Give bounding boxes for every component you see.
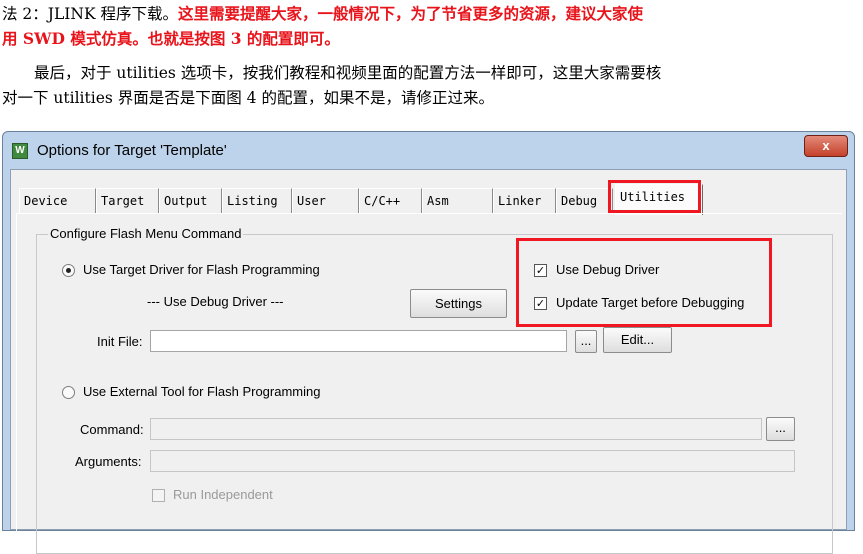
use-external-tool-radio[interactable] bbox=[62, 386, 75, 399]
close-button[interactable]: x bbox=[804, 135, 848, 157]
command-label: Command: bbox=[80, 422, 144, 437]
tab-c-cpp[interactable]: C/C++ bbox=[359, 188, 422, 214]
flash-driver-display[interactable]: --- Use Debug Driver --- bbox=[147, 294, 284, 309]
settings-button[interactable]: Settings bbox=[410, 289, 507, 318]
dialog-client-area: Device Target Output Listing User C/C++ … bbox=[10, 169, 847, 554]
tab-asm[interactable]: Asm bbox=[422, 188, 493, 214]
doc-line-2-emphasis: 用 SWD 模式仿真。也就是按图 3 的配置即可。 bbox=[2, 29, 340, 48]
run-independent-label: Run Independent bbox=[173, 487, 273, 502]
init-file-browse-button[interactable]: ... bbox=[575, 330, 597, 353]
utilities-tab-highlight bbox=[608, 180, 701, 213]
init-file-input[interactable] bbox=[150, 330, 567, 352]
tab-debug[interactable]: Debug bbox=[556, 188, 613, 214]
edit-button[interactable]: Edit... bbox=[603, 327, 672, 353]
use-target-driver-label: Use Target Driver for Flash Programming bbox=[83, 262, 320, 277]
use-target-driver-radio[interactable] bbox=[62, 264, 75, 277]
doc-line-1: 法 2：JLINK 程序下载。这里需要提醒大家，一般情况下，为了节省更多的资源，… bbox=[2, 4, 643, 24]
doc-line-1-prefix: 法 2：JLINK 程序下载。 bbox=[2, 5, 178, 23]
init-file-label: Init File: bbox=[97, 334, 143, 349]
command-input[interactable] bbox=[150, 418, 762, 440]
arguments-label: Arguments: bbox=[75, 454, 142, 469]
flash-group-title: Configure Flash Menu Command bbox=[48, 226, 244, 241]
uvision-app-icon: W bbox=[12, 143, 28, 159]
tab-device[interactable]: Device bbox=[19, 188, 96, 214]
title-bar: W Options for Target 'Template' x bbox=[3, 132, 854, 169]
debug-driver-options-highlight bbox=[516, 238, 772, 327]
tab-output[interactable]: Output bbox=[159, 188, 222, 214]
doc-line-4: 对一下 utilities 界面是否是下面图 4 的配置，如果不是，请修正过来。 bbox=[2, 89, 494, 107]
arguments-input[interactable] bbox=[150, 450, 795, 472]
run-independent-checkbox[interactable] bbox=[152, 489, 165, 502]
command-browse-button[interactable]: ... bbox=[766, 417, 795, 441]
tab-linker[interactable]: Linker bbox=[493, 188, 556, 214]
options-dialog: W Options for Target 'Template' x Device… bbox=[2, 131, 855, 554]
tab-listing[interactable]: Listing bbox=[222, 188, 292, 214]
window-title: Options for Target 'Template' bbox=[37, 142, 227, 159]
tab-target[interactable]: Target bbox=[96, 188, 159, 214]
doc-line-3: 最后，对于 utilities 选项卡，按我们教程和视频里面的配置方法一样即可，… bbox=[34, 64, 662, 82]
use-external-tool-label: Use External Tool for Flash Programming bbox=[83, 384, 321, 399]
tab-user[interactable]: User bbox=[292, 188, 359, 214]
doc-line-1-emphasis: 这里需要提醒大家，一般情况下，为了节省更多的资源，建议大家使 bbox=[178, 4, 644, 23]
